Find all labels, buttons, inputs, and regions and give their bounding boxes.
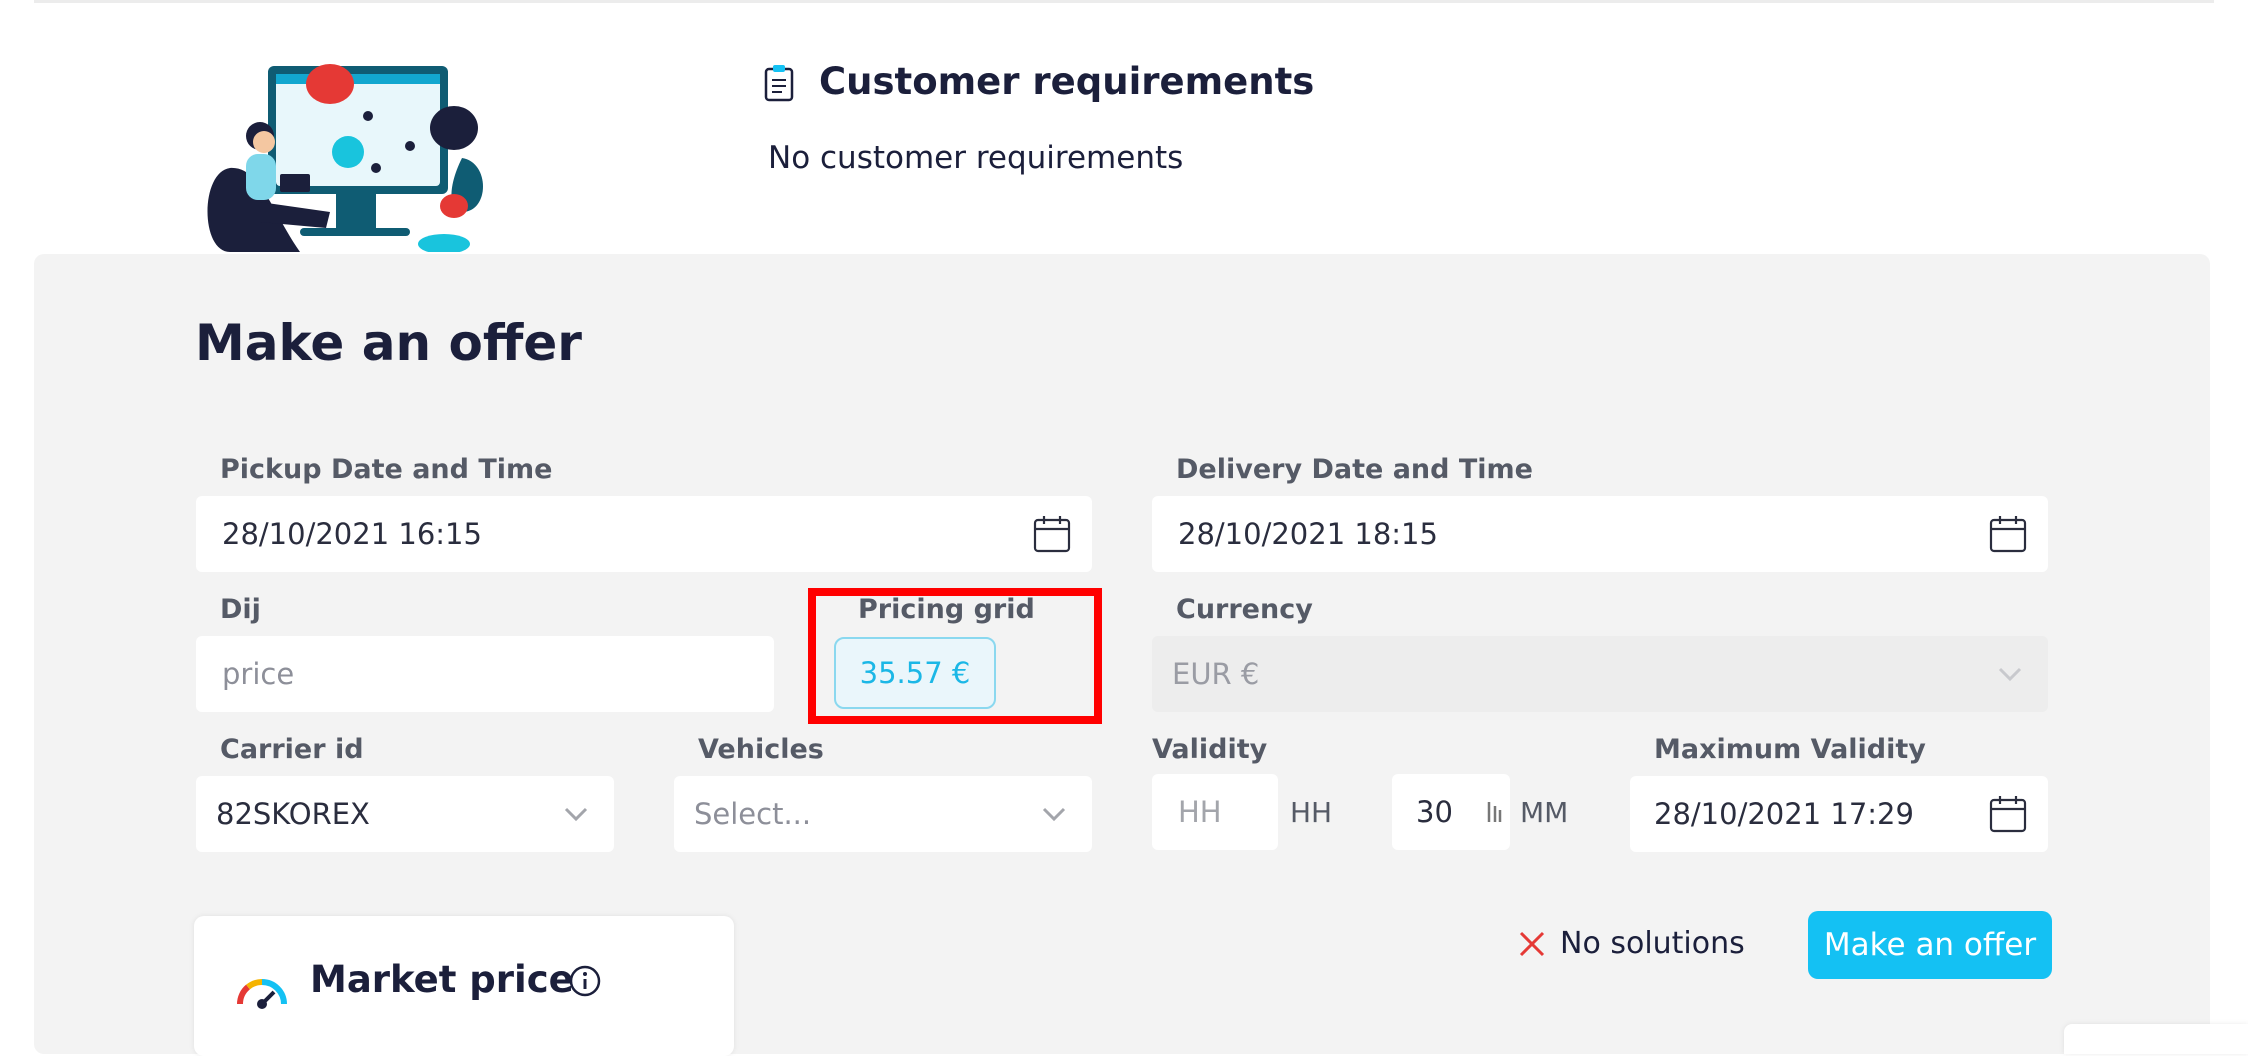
- no-solutions-status: No solutions: [1518, 926, 1745, 961]
- calendar-icon[interactable]: [1988, 794, 2028, 834]
- carrier-id-select[interactable]: 82SKOREX: [196, 776, 614, 852]
- no-solutions-text: No solutions: [1560, 926, 1745, 961]
- pricing-grid-label: Pricing grid: [858, 594, 1035, 625]
- clipboard-icon: [764, 65, 794, 102]
- stepper-icon[interactable]: [1486, 800, 1502, 824]
- make-offer-title: Make an offer: [195, 314, 582, 372]
- market-price-title: Market price: [310, 958, 574, 1001]
- customer-requirements-text: No customer requirements: [768, 140, 1184, 176]
- pickup-date-value: 28/10/2021 16:15: [222, 517, 482, 551]
- max-validity-label: Maximum Validity: [1654, 734, 1926, 765]
- pickup-label: Pickup Date and Time: [220, 454, 553, 485]
- vehicles-select[interactable]: Select...: [674, 776, 1092, 852]
- vehicles-label: Vehicles: [698, 734, 824, 765]
- make-offer-button[interactable]: Make an offer: [1808, 911, 2052, 979]
- currency-select[interactable]: EUR €: [1152, 636, 2048, 712]
- chevron-down-icon: [1998, 667, 2022, 682]
- carrier-id-value: 82SKOREX: [216, 797, 370, 831]
- dij-label: Dij: [220, 594, 261, 625]
- pricing-grid-value: 35.57 €: [859, 656, 971, 690]
- info-icon[interactable]: [568, 964, 602, 998]
- max-validity-input[interactable]: 28/10/2021 17:29: [1630, 776, 2048, 852]
- top-divider: [34, 0, 2214, 3]
- carrier-id-label: Carrier id: [220, 734, 364, 765]
- chevron-down-icon: [1042, 807, 1066, 822]
- market-price-card: Market price: [194, 916, 734, 1056]
- calendar-icon[interactable]: [1988, 514, 2028, 554]
- validity-hours-input[interactable]: HH: [1152, 774, 1278, 850]
- delivery-label: Delivery Date and Time: [1176, 454, 1533, 485]
- corner-panel: [2064, 1024, 2248, 1054]
- validity-hours-placeholder: HH: [1178, 795, 1222, 829]
- pricing-grid-price-button[interactable]: 35.57 €: [834, 637, 996, 709]
- currency-value: EUR €: [1172, 657, 1260, 691]
- validity-label: Validity: [1152, 734, 1268, 765]
- customer-requirements-title: Customer requirements: [819, 60, 1315, 103]
- gauge-icon: [236, 978, 287, 1009]
- customer-support-illustration: [207, 64, 483, 252]
- close-icon: [1519, 931, 1545, 956]
- dij-price-input[interactable]: price: [196, 636, 774, 712]
- chevron-down-icon: [564, 807, 588, 822]
- calendar-icon[interactable]: [1032, 514, 1072, 554]
- validity-hours-unit: HH: [1290, 796, 1333, 829]
- validity-minutes-unit: MM: [1520, 796, 1569, 829]
- max-validity-value: 28/10/2021 17:29: [1654, 797, 1914, 831]
- dij-price-placeholder: price: [222, 657, 295, 691]
- delivery-date-input[interactable]: 28/10/2021 18:15: [1152, 496, 2048, 572]
- delivery-date-value: 28/10/2021 18:15: [1178, 517, 1438, 551]
- currency-label: Currency: [1176, 594, 1313, 625]
- pickup-date-input[interactable]: 28/10/2021 16:15: [196, 496, 1092, 572]
- validity-minutes-input[interactable]: 30: [1392, 774, 1510, 850]
- validity-minutes-value: 30: [1416, 795, 1453, 829]
- vehicles-placeholder: Select...: [694, 797, 812, 831]
